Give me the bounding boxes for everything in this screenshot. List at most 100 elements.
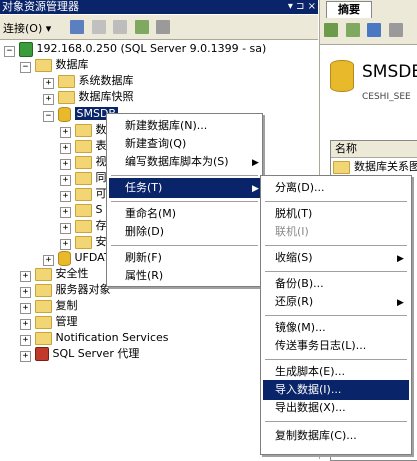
collapse-icon[interactable]: −: [43, 111, 54, 122]
folder-icon: [333, 160, 350, 174]
menu-bring-online[interactable]: 联机(I): [275, 222, 405, 242]
tree-node-db-child[interactable]: + S: [60, 202, 102, 218]
tree-node-db-child[interactable]: + 可: [60, 186, 107, 202]
expand-icon[interactable]: +: [20, 271, 31, 282]
folder-icon: [74, 203, 92, 217]
tree-node-db-child[interactable]: + 存: [60, 218, 107, 234]
menu-separator: [265, 271, 407, 272]
filter-icon[interactable]: [388, 23, 403, 37]
menu-new-query[interactable]: 新建查询(Q): [125, 134, 255, 154]
disconnect-icon[interactable]: [91, 20, 106, 34]
tree-node-security[interactable]: + 安全性: [20, 266, 89, 282]
tree-node-db-child[interactable]: + 安: [60, 234, 107, 250]
menu-refresh[interactable]: 刷新(F): [125, 248, 255, 268]
tab-strip: 摘要: [320, 0, 417, 18]
folder-icon: [74, 235, 92, 249]
expand-icon[interactable]: +: [20, 303, 31, 314]
tree-node-db-child[interactable]: + 同: [60, 170, 107, 186]
server-icon: [18, 41, 33, 57]
db-child-label: 表: [95, 139, 107, 152]
expand-icon[interactable]: +: [20, 319, 31, 330]
expand-icon[interactable]: +: [20, 335, 31, 346]
menu-backup[interactable]: 备份(B)...: [275, 274, 405, 294]
summary-server-name: CESHI_SEE: [362, 92, 411, 102]
expand-icon[interactable]: +: [60, 159, 71, 170]
tree-node-db-snapshots[interactable]: + 数据库快照: [43, 89, 134, 105]
menu-detach[interactable]: 分离(D)...: [275, 178, 405, 198]
expand-icon[interactable]: +: [60, 127, 71, 138]
menu-generate-scripts[interactable]: 生成脚本(E)...: [275, 362, 405, 382]
stop-icon[interactable]: [113, 20, 127, 34]
tree-node-server[interactable]: − 192.168.0.250 (SQL Server 9.0.1399 - s…: [4, 41, 266, 57]
tree-node-server-objects[interactable]: + 服务器对象: [20, 282, 111, 298]
tree-node-db-child[interactable]: + 视: [60, 154, 107, 170]
expand-icon[interactable]: +: [20, 351, 31, 362]
folder-icon: [74, 139, 92, 153]
menu-properties[interactable]: 属性(R): [125, 266, 255, 286]
menu-copy-database[interactable]: 复制数据库(C)...: [275, 426, 405, 446]
menu-take-offline[interactable]: 脱机(T): [275, 204, 405, 224]
tree-node-system-databases[interactable]: + 系统数据库: [43, 73, 134, 89]
folder-icon: [74, 219, 92, 233]
menu-tasks[interactable]: 任务(T): [109, 178, 260, 198]
tree-node-db-child[interactable]: + 表: [60, 138, 107, 154]
db-child-label: 同: [95, 171, 107, 184]
tree-node-databases[interactable]: − 数据库: [20, 57, 89, 73]
register-server-icon[interactable]: [70, 20, 84, 34]
database-icon: [57, 106, 71, 122]
menu-script-database[interactable]: 编写数据库脚本为(S): [125, 152, 255, 172]
tree-node-db-child[interactable]: + 数: [60, 122, 107, 138]
collapse-icon[interactable]: −: [4, 46, 15, 57]
object-explorer-title: 对象资源管理器: [2, 0, 79, 13]
expand-icon[interactable]: +: [60, 175, 71, 186]
db-snapshots-label: 数据库快照: [78, 90, 134, 103]
menu-separator: [111, 175, 258, 176]
menu-shrink[interactable]: 收缩(S): [275, 248, 405, 268]
menu-log-shipping[interactable]: 传送事务日志(L)...: [275, 336, 405, 356]
collapse-icon[interactable]: −: [20, 62, 31, 73]
db-child-label: 存: [95, 219, 107, 232]
tab-summary[interactable]: 摘要: [326, 1, 372, 18]
up-folder-icon[interactable]: [324, 23, 338, 37]
menu-mirror[interactable]: 镜像(M)...: [275, 318, 405, 338]
server-objects-label: 服务器对象: [55, 283, 111, 296]
folder-icon: [34, 331, 52, 345]
tree-node-ufda[interactable]: + UFDAT: [43, 250, 111, 266]
folder-icon: [57, 74, 75, 88]
menu-rename[interactable]: 重命名(M): [125, 204, 255, 224]
menu-restore[interactable]: 还原(R): [275, 292, 405, 312]
window-controls[interactable]: ▾ ⊐ ×: [288, 0, 316, 13]
connect-button[interactable]: 连接(O) ▾: [3, 20, 51, 36]
expand-icon[interactable]: +: [20, 287, 31, 298]
expand-icon[interactable]: +: [60, 143, 71, 154]
menu-delete[interactable]: 删除(D): [125, 222, 255, 242]
tree-node-replication[interactable]: + 复制: [20, 298, 78, 314]
folder-icon: [34, 299, 52, 313]
expand-icon[interactable]: +: [43, 255, 54, 266]
tree-node-sql-agent[interactable]: + SQL Server 代理: [20, 346, 139, 362]
expand-icon[interactable]: +: [60, 223, 71, 234]
refresh-icon[interactable]: [345, 23, 360, 37]
filter-icon[interactable]: [156, 20, 170, 34]
menu-separator: [265, 245, 407, 246]
server-label: 192.168.0.250 (SQL Server 9.0.1399 - sa): [36, 42, 267, 55]
refresh-icon[interactable]: [134, 20, 149, 34]
menu-new-database[interactable]: 新建数据库(N)...: [125, 116, 255, 136]
sync-icon[interactable]: [367, 23, 381, 37]
expand-icon[interactable]: +: [60, 207, 71, 218]
tree-node-management[interactable]: + 管理: [20, 314, 78, 330]
menu-export-data[interactable]: 导出数据(X)...: [275, 398, 405, 418]
expand-icon[interactable]: +: [43, 94, 54, 105]
column-header-name[interactable]: 名称: [331, 141, 417, 158]
folder-icon: [34, 58, 52, 72]
summary-toolbar: [320, 18, 417, 45]
expand-icon[interactable]: +: [60, 239, 71, 250]
menu-import-data[interactable]: 导入数据(I)...: [263, 380, 409, 400]
folder-icon: [74, 187, 92, 201]
list-item-label: 数据库关系图: [354, 160, 417, 173]
tree-node-notification-services[interactable]: + Notification Services: [20, 330, 169, 346]
expand-icon[interactable]: +: [60, 191, 71, 202]
list-item[interactable]: 数据库关系图: [333, 159, 417, 175]
menu-separator: [111, 201, 258, 202]
expand-icon[interactable]: +: [43, 78, 54, 89]
